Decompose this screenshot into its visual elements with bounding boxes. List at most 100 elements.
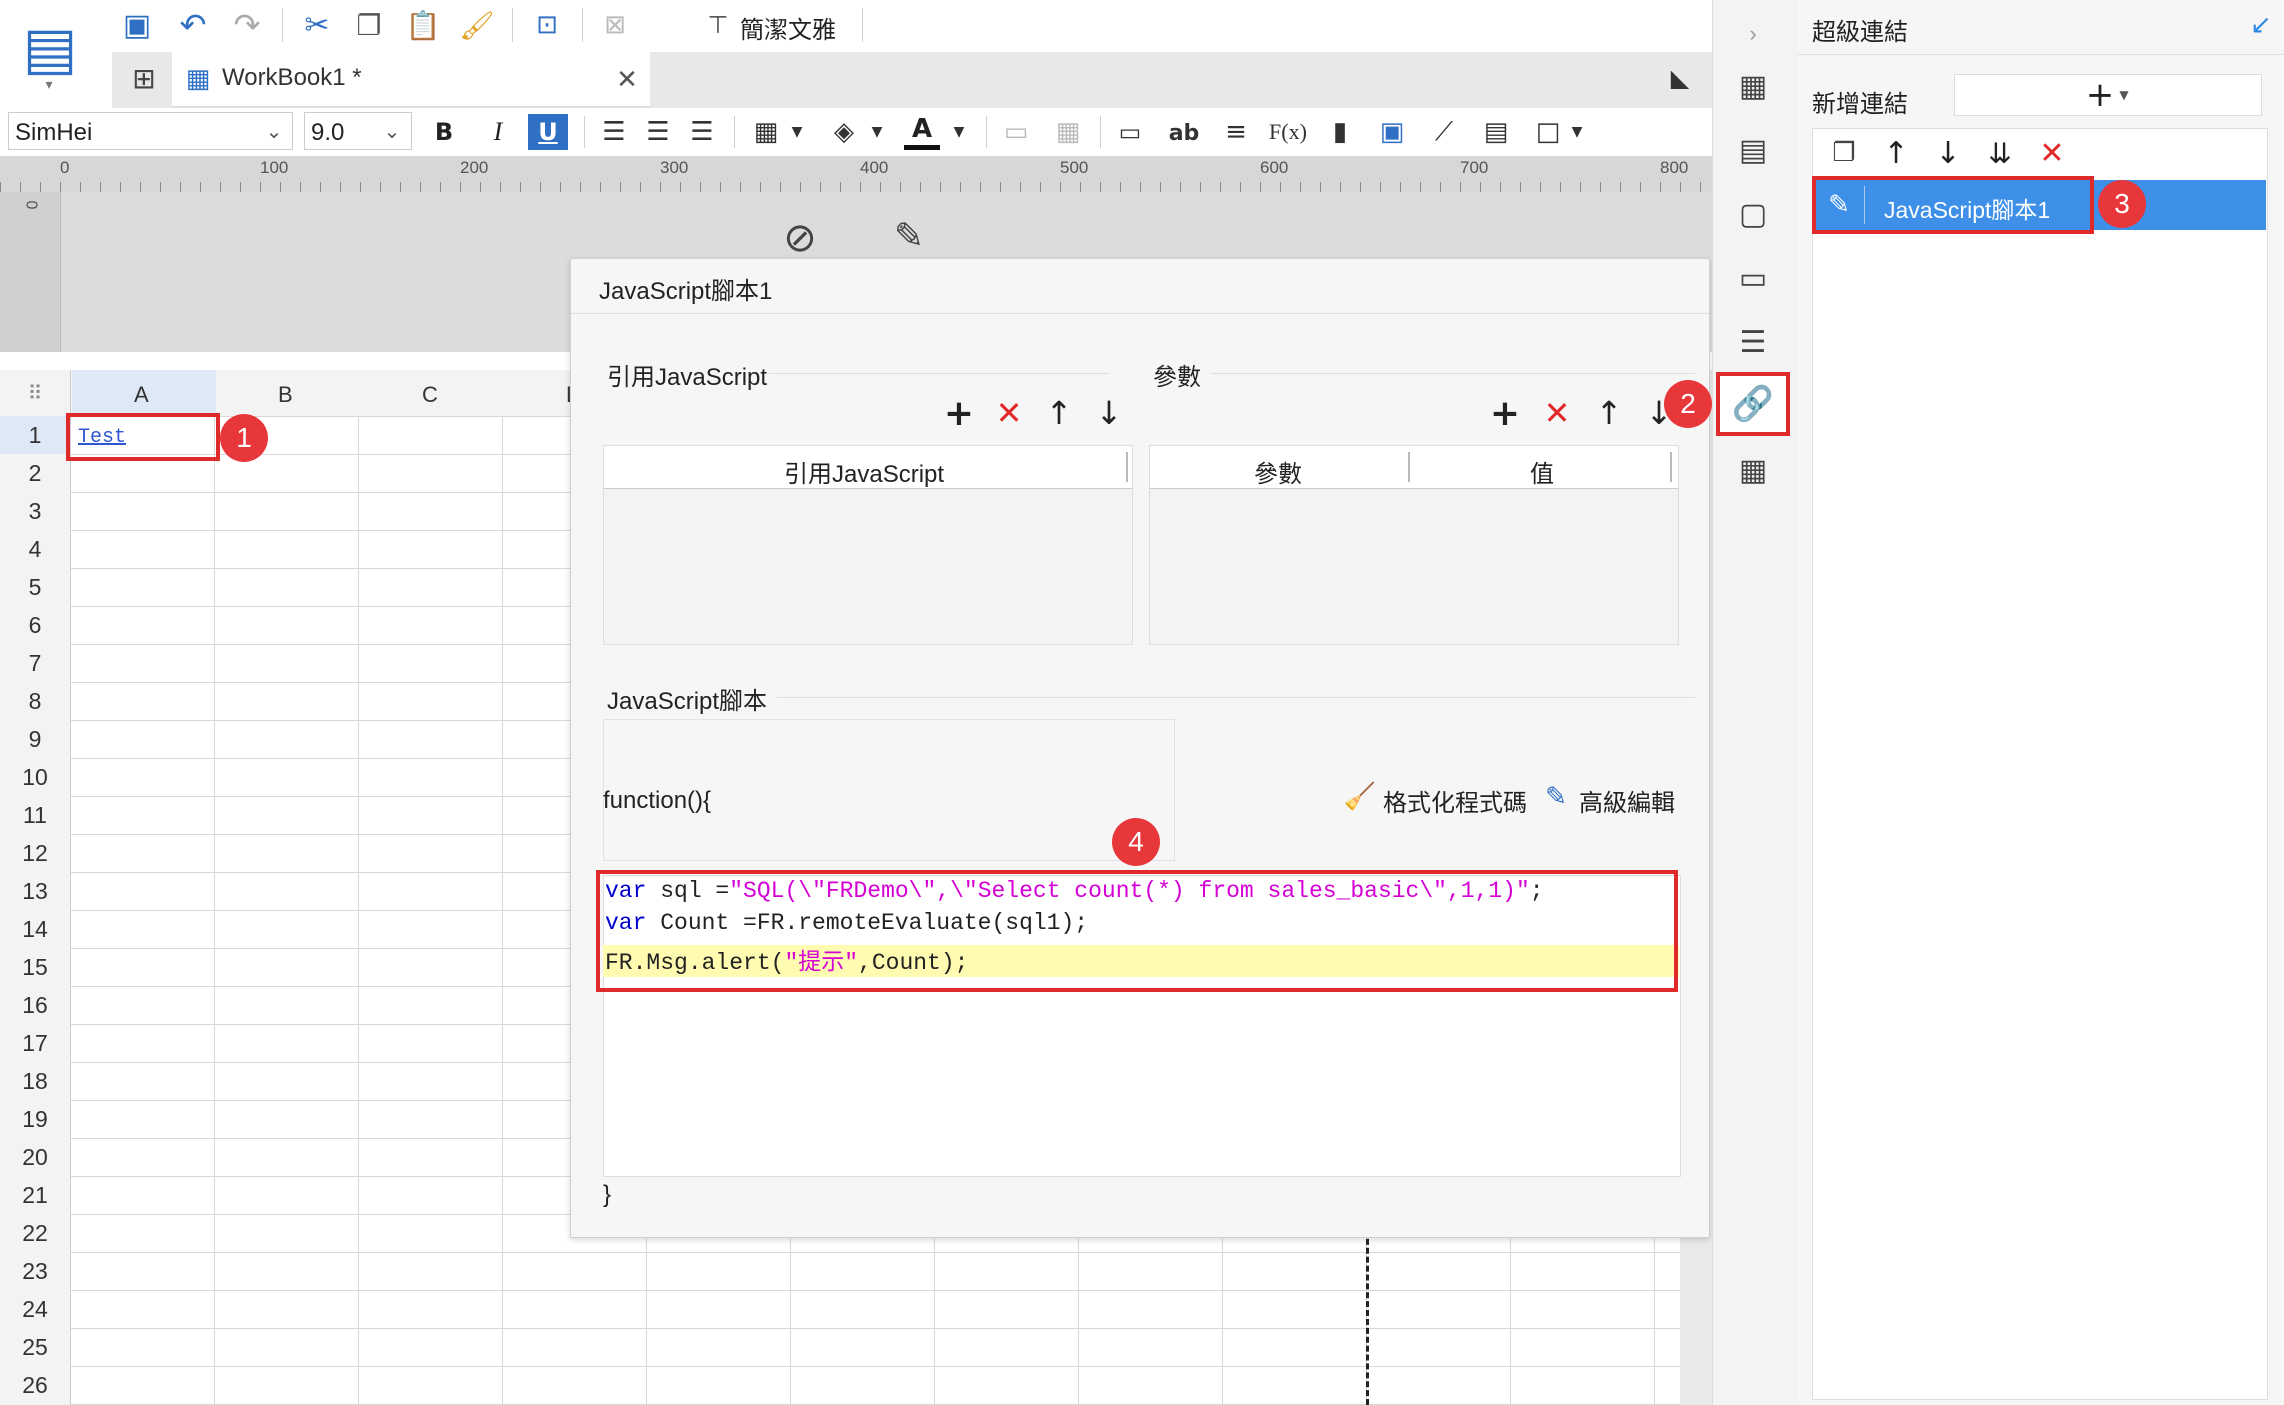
save-icon[interactable]: ▣ [118, 6, 156, 44]
font-name-select[interactable]: SimHei ⌄ [8, 112, 293, 150]
chevron-down-icon[interactable]: ▼ [866, 118, 888, 146]
delete-icon[interactable]: ✕ [989, 393, 1029, 433]
link-icon[interactable]: 🔗 [1732, 384, 1774, 424]
chevron-down-icon[interactable]: ▼ [948, 118, 970, 146]
move-up-icon[interactable]: ↑ [1039, 393, 1079, 433]
row-header[interactable]: 14 [0, 910, 70, 948]
split-cell-icon[interactable]: ▦ [1050, 114, 1086, 150]
font-color-icon[interactable]: A [904, 112, 940, 150]
row-header[interactable]: 10 [0, 758, 70, 796]
fill-color-icon[interactable]: ◈ [826, 114, 862, 150]
row-header[interactable]: 25 [0, 1328, 70, 1366]
image-icon[interactable]: ▣ [1374, 114, 1410, 150]
row-header[interactable]: 5 [0, 568, 70, 606]
merge-cell-icon[interactable]: ▭ [998, 114, 1034, 150]
hide-icon[interactable]: ⊘ [768, 215, 832, 261]
format-painter-icon[interactable]: 🖌 [458, 6, 496, 44]
align-left-icon[interactable]: ☰ [596, 114, 632, 150]
undo-icon[interactable]: ↶ [174, 6, 212, 44]
cell-attr-icon[interactable]: ▦ [1733, 66, 1773, 106]
row-header[interactable]: 4 [0, 530, 70, 568]
subreport-icon[interactable]: ▤ [1478, 114, 1514, 150]
cell-element-icon[interactable]: ▤ [1733, 130, 1773, 170]
row-header[interactable]: 22 [0, 1214, 70, 1252]
bar-chart-icon[interactable]: ▮ [1322, 114, 1358, 150]
broom-icon[interactable]: 🧹 [1343, 779, 1377, 815]
style-icon[interactable]: ⊤ [700, 6, 736, 44]
add-icon[interactable]: + [1485, 393, 1525, 434]
align-right-icon[interactable]: ☰ [684, 114, 720, 150]
ref-table[interactable]: 引用JavaScript [603, 445, 1133, 645]
border-icon[interactable]: ▦ [748, 114, 784, 150]
close-icon[interactable]: ✕ [612, 62, 642, 98]
row-header[interactable]: 16 [0, 986, 70, 1024]
formula-icon[interactable]: F(x) [1266, 114, 1310, 150]
row-header[interactable]: 3 [0, 492, 70, 530]
dropdown-arrow-icon[interactable]: ▾ [36, 76, 62, 94]
collapse-toolbar-icon[interactable]: ◣ [1662, 60, 1698, 96]
row-header[interactable]: 19 [0, 1100, 70, 1138]
text-ab-icon[interactable]: ab [1164, 116, 1204, 150]
column-header[interactable]: B [278, 382, 293, 408]
row-header[interactable]: 17 [0, 1024, 70, 1062]
row-header[interactable]: 2 [0, 454, 70, 492]
collapse-panel-icon[interactable]: ↙ [2246, 8, 2276, 42]
chevron-down-icon[interactable]: ▼ [786, 118, 808, 146]
align-center-icon[interactable]: ☰ [640, 114, 676, 150]
search-doc-icon[interactable]: ⊠ [596, 6, 634, 44]
grid-view-icon[interactable]: ⊞ [124, 58, 164, 98]
move-down-icon[interactable]: ↓ [1089, 393, 1129, 433]
italic-button[interactable]: I [482, 114, 514, 150]
row-header[interactable]: 11 [0, 796, 70, 834]
column-header[interactable]: A [134, 382, 149, 408]
chevron-right-icon[interactable]: › [1733, 14, 1773, 54]
advanced-edit-button[interactable]: 高級編輯 [1579, 783, 1675, 818]
copy-icon[interactable]: ❐ [1826, 134, 1862, 172]
widget-attr-icon[interactable]: ▭ [1733, 258, 1773, 298]
row-header[interactable]: 23 [0, 1252, 70, 1290]
add-icon[interactable]: + [939, 393, 979, 434]
sort-icon[interactable]: ⇊ [1980, 134, 2020, 172]
copy-icon[interactable]: ❐ [350, 6, 388, 44]
add-link-button[interactable]: + ▼ [1954, 74, 2262, 116]
column-header[interactable]: C [422, 382, 438, 408]
row-header[interactable]: 26 [0, 1366, 70, 1404]
sheet-icon[interactable]: ▦ [1733, 450, 1773, 490]
row-header[interactable]: 20 [0, 1138, 70, 1176]
underline-button[interactable]: U [528, 114, 568, 150]
row-header[interactable]: 24 [0, 1290, 70, 1328]
condition-icon[interactable]: ☰ [1733, 322, 1773, 362]
row-header[interactable]: 1 [0, 416, 70, 454]
row-header[interactable]: 21 [0, 1176, 70, 1214]
move-up-icon[interactable]: ↑ [1589, 393, 1629, 433]
edit-icon[interactable]: ✎ [884, 216, 934, 257]
redo-icon[interactable]: ↷ [228, 6, 266, 44]
frame-icon[interactable]: ▢ [1733, 194, 1773, 234]
row-header[interactable]: 18 [0, 1062, 70, 1100]
chevron-down-icon[interactable]: ▼ [1566, 118, 1588, 146]
paragraph-icon[interactable]: ≡ [1218, 114, 1254, 150]
bold-button[interactable]: B [428, 114, 460, 150]
row-header[interactable]: 12 [0, 834, 70, 872]
move-down-icon[interactable]: ↓ [1930, 134, 1966, 172]
text-field-icon[interactable]: ▭ [1112, 114, 1148, 150]
widget-icon[interactable]: □ [1530, 114, 1566, 150]
row-header[interactable]: 6 [0, 606, 70, 644]
param-table[interactable]: 參數 值 [1149, 445, 1679, 645]
row-header[interactable]: 13 [0, 872, 70, 910]
style-label[interactable]: 簡潔文雅 [740, 10, 836, 45]
delete-icon[interactable]: ✕ [2034, 134, 2070, 172]
select-all-icon[interactable]: ⠿ [0, 370, 70, 416]
format-code-button[interactable]: 格式化程式碼 [1383, 783, 1527, 818]
paste-icon[interactable]: 📋 [404, 6, 442, 44]
cut-icon[interactable]: ✂ [298, 6, 336, 44]
slash-icon[interactable]: ⟋ [1426, 114, 1462, 150]
delete-icon[interactable]: ✕ [1537, 393, 1577, 433]
row-header[interactable]: 7 [0, 644, 70, 682]
row-header[interactable]: 9 [0, 720, 70, 758]
workbook-tab[interactable]: ▦ WorkBook1 * ✕ [172, 52, 650, 108]
row-header[interactable]: 15 [0, 948, 70, 986]
move-up-icon[interactable]: ↑ [1878, 134, 1914, 172]
font-size-select[interactable]: 9.0 ⌄ [304, 112, 412, 150]
advanced-edit-icon[interactable]: ✎ [1539, 779, 1573, 815]
